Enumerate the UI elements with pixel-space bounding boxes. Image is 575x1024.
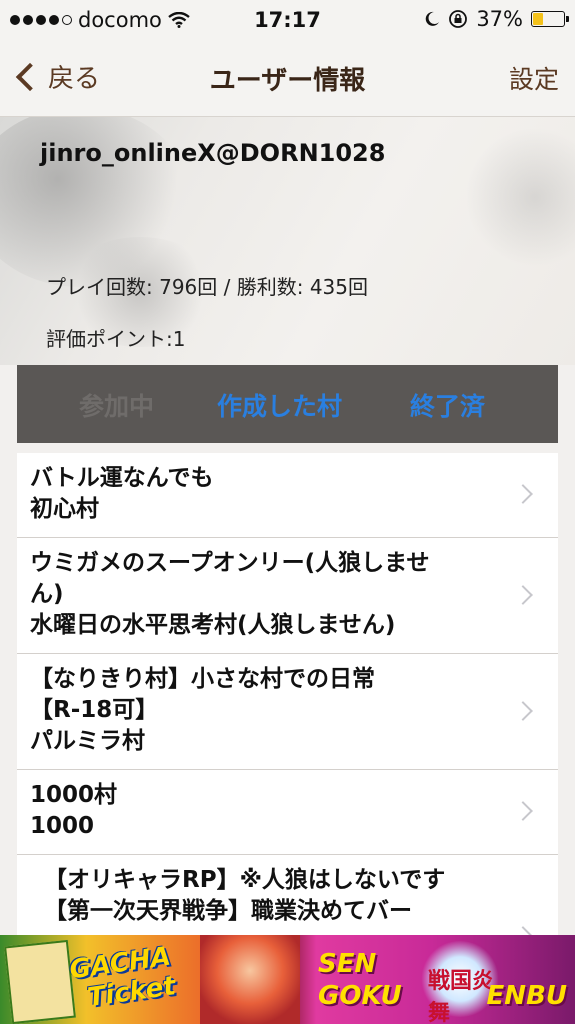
chevron-right-icon <box>513 700 533 721</box>
village-name: バトル運なんでも <box>30 465 214 491</box>
village-name: 1000村 <box>30 782 118 808</box>
list-item[interactable]: ウミガメのスープオンリー(人狼しませ ん) 水曜日の水平思考村(人狼しません) <box>17 538 558 654</box>
ad-banner[interactable]: GACHA Ticket SEN GOKU 戦国炎舞 ENBU <box>0 935 575 1024</box>
village-name: 【なりきり村】小さな村での日常 <box>30 666 375 692</box>
status-right: 37% <box>424 7 569 31</box>
username: jinro_onlineX@DORN1028 <box>40 139 386 167</box>
page-title: ユーザー情報 <box>209 66 366 96</box>
character-illustration <box>200 935 300 1024</box>
tab-participating[interactable]: 参加中 <box>79 387 154 423</box>
profile-header: jinro_onlineX@DORN1028 プレイ回数: 796回 / 勝利数… <box>0 117 575 365</box>
ad-text-enbu: ENBU <box>486 981 567 1011</box>
village-name: 初心村 <box>30 496 99 522</box>
village-name: 【オリキャラRP】※人狼はしないです <box>44 867 446 893</box>
ad-text-sen: SEN <box>318 949 377 979</box>
rating-points: 評価ポイント:1 <box>46 327 186 351</box>
ad-text-goku: GOKU <box>318 981 402 1011</box>
list-item[interactable]: 1000村 1000 <box>17 770 558 855</box>
status-bar: docomo 17:17 37% <box>0 0 575 40</box>
settings-button[interactable]: 設定 <box>509 60 559 96</box>
moon-icon <box>426 11 440 26</box>
list-item[interactable]: バトル運なんでも 初心村 <box>17 453 558 538</box>
tab-finished[interactable]: 終了済 <box>410 387 485 423</box>
village-name: 水曜日の水平思考村(人狼しません) <box>30 612 396 638</box>
play-stats: プレイ回数: 796回 / 勝利数: 435回 <box>46 275 368 299</box>
tab-created-villages[interactable]: 作成した村 <box>217 387 342 423</box>
village-name: 1000 <box>30 813 95 839</box>
chevron-right-icon <box>513 801 533 821</box>
battery-icon <box>531 11 569 27</box>
gacha-ticket-logo: GACHA Ticket <box>67 941 178 1014</box>
village-name: 【R-18可】 <box>30 697 159 723</box>
rotation-lock-icon <box>449 10 468 28</box>
segment-control: 参加中 作成した村 終了済 <box>17 365 558 443</box>
village-list: バトル運なんでも 初心村 ウミガメのスープオンリー(人狼しませ ん) 水曜日の水… <box>17 453 558 935</box>
navigation-bar: 戻る ユーザー情報 設定 <box>0 40 575 117</box>
village-name: ん) <box>30 581 64 607</box>
list-item[interactable]: 【オリキャラRP】※人狼はしないです 【第一次天界戦争】職業決めてバー <box>17 855 558 935</box>
chevron-right-icon <box>513 484 533 504</box>
village-name: 【第一次天界戦争】職業決めてバー <box>44 898 412 924</box>
village-name: パルミラ村 <box>30 728 145 754</box>
ticket-illustration <box>4 939 76 1024</box>
ink-splash-decoration <box>455 127 575 267</box>
chevron-right-icon <box>513 584 533 605</box>
village-name: ウミガメのスープオンリー(人狼しませ <box>30 550 430 576</box>
battery-percent: 37% <box>476 7 523 31</box>
chevron-right-icon <box>513 926 533 935</box>
list-item[interactable]: 【なりきり村】小さな村での日常 【R-18可】 パルミラ村 <box>17 654 558 770</box>
